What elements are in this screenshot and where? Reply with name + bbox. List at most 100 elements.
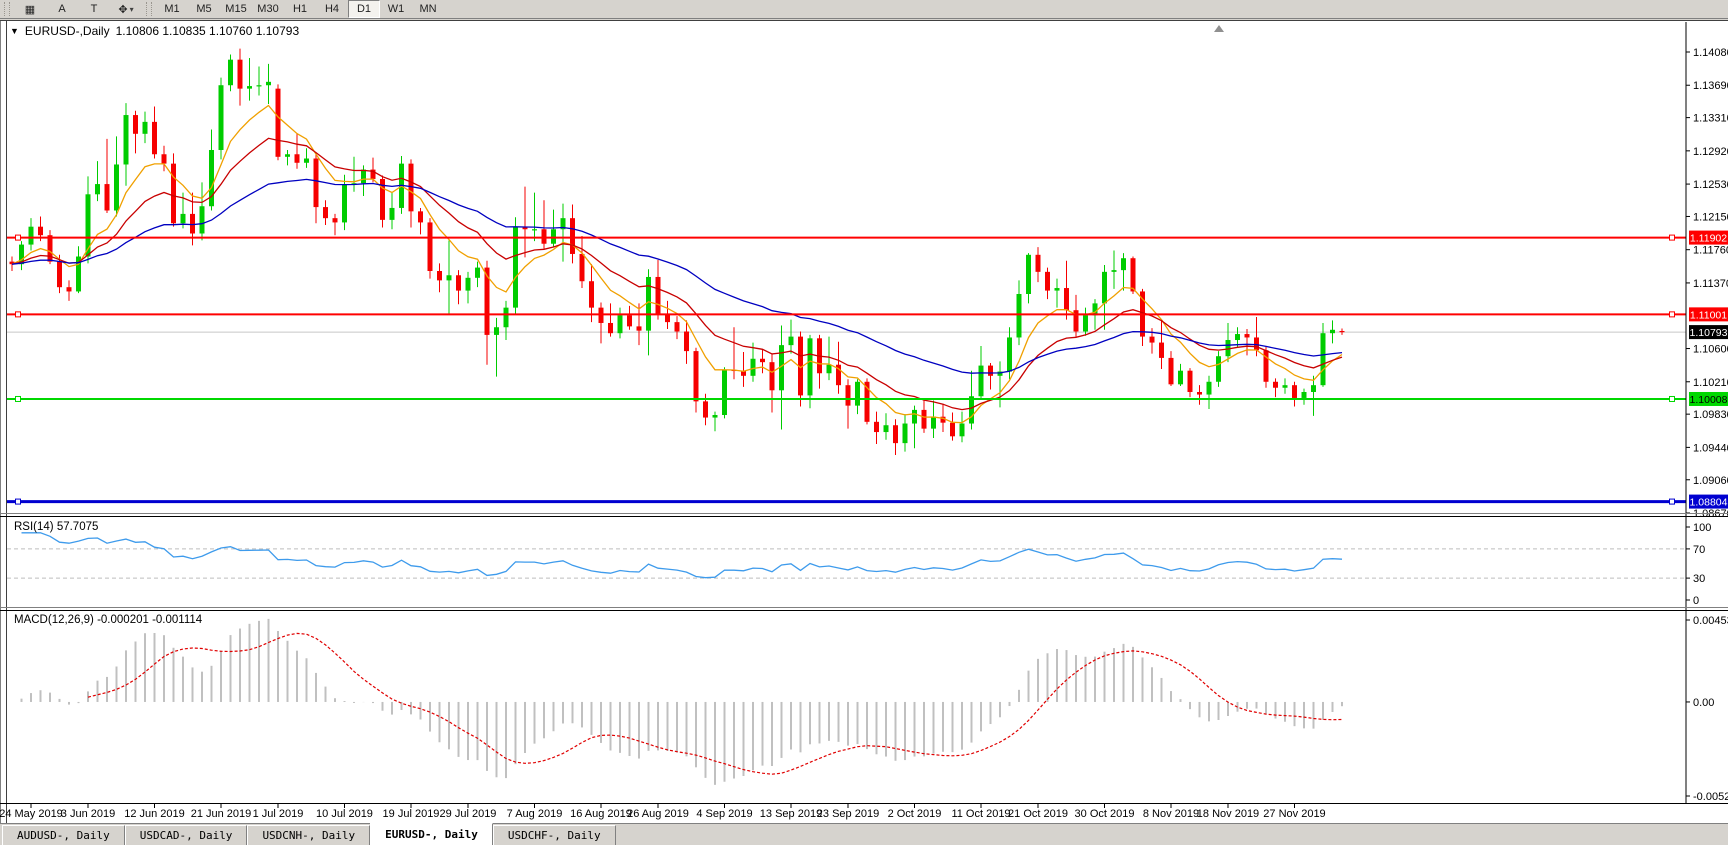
svg-text:1.13310: 1.13310 xyxy=(1693,113,1728,125)
candle-body xyxy=(703,401,708,417)
candle-body xyxy=(1102,272,1107,304)
candle-body xyxy=(1026,255,1031,294)
candle-body xyxy=(618,315,623,333)
date-axis-label: 29 Jul 2019 xyxy=(440,808,497,820)
tab-usdcnh-daily[interactable]: USDCNH-, Daily xyxy=(247,825,370,845)
toolbar-grip[interactable] xyxy=(146,2,152,16)
candle-body xyxy=(48,235,53,261)
svg-text:1.11902: 1.11902 xyxy=(1690,233,1727,245)
candle-body xyxy=(675,322,680,331)
candle-body xyxy=(903,424,908,444)
candle-body xyxy=(304,159,309,163)
candle-body xyxy=(314,159,319,208)
svg-text:1.11370: 1.11370 xyxy=(1693,278,1728,290)
chart-window: 1.119021.110011.100081.088041.140801.136… xyxy=(0,20,1728,823)
candle-body xyxy=(1311,385,1316,392)
timeframe-m15-button[interactable]: M15 xyxy=(220,0,252,18)
candle-body xyxy=(162,154,167,163)
candle-body xyxy=(1064,288,1069,310)
date-axis-label: 30 Oct 2019 xyxy=(1075,808,1135,820)
candle-body xyxy=(1302,392,1307,398)
date-axis-label: 1 Jul 2019 xyxy=(253,808,304,820)
timeframe-h4-button[interactable]: H4 xyxy=(316,0,348,18)
candle-body xyxy=(295,154,300,163)
candle-body xyxy=(1121,258,1126,270)
dropdown-caret-icon: ▾ xyxy=(130,5,134,14)
text-box-icon[interactable]: T xyxy=(78,0,110,18)
svg-text:1.14080: 1.14080 xyxy=(1693,47,1728,59)
timeframe-mn-button[interactable]: MN xyxy=(412,0,444,18)
candle-body xyxy=(228,60,233,86)
tab-usdchf-daily[interactable]: USDCHF-, Daily xyxy=(493,825,616,845)
date-axis-label: 13 Sep 2019 xyxy=(760,808,822,820)
candle-body xyxy=(342,185,347,222)
label-a-icon[interactable]: A xyxy=(46,0,78,18)
candle-body xyxy=(1017,294,1022,337)
timeframe-m30-button[interactable]: M30 xyxy=(252,0,284,18)
svg-text:100: 100 xyxy=(1693,522,1711,534)
line-anchor-handle xyxy=(1670,312,1675,317)
candle-body xyxy=(751,359,756,376)
candle-body xyxy=(1131,258,1136,291)
tab-usdcad-daily[interactable]: USDCAD-, Daily xyxy=(125,825,248,845)
candle-body xyxy=(637,326,642,330)
arrows-glyph: ✥ xyxy=(118,3,127,16)
candle-body xyxy=(238,60,243,89)
symbol-dropdown-icon[interactable]: ▼ xyxy=(10,26,19,36)
candle-body xyxy=(428,222,433,271)
line-anchor-handle xyxy=(16,312,21,317)
date-axis-label: 3 Jun 2019 xyxy=(61,808,115,820)
timeframe-m1-button[interactable]: M1 xyxy=(156,0,188,18)
candle-body xyxy=(589,281,594,307)
candle-body xyxy=(181,214,186,223)
letter-t-glyph: T xyxy=(91,3,98,15)
macd-indicator-label: MACD(12,26,9) -0.000201 -0.001114 xyxy=(14,614,202,626)
timeframe-h1-button[interactable]: H1 xyxy=(284,0,316,18)
candle-body xyxy=(1036,255,1041,272)
date-axis-label: 8 Nov 2019 xyxy=(1143,808,1199,820)
candle-body xyxy=(1197,392,1202,395)
letter-a-glyph: A xyxy=(58,3,65,15)
ohlc-values: 1.10806 1.10835 1.10760 1.10793 xyxy=(116,24,300,38)
chart-shift-marker-icon[interactable] xyxy=(1214,25,1224,32)
svg-text:1.12920: 1.12920 xyxy=(1693,146,1728,158)
candle-body xyxy=(893,425,898,443)
candle-body xyxy=(988,366,993,376)
svg-text:0.00: 0.00 xyxy=(1693,697,1714,709)
timeframe-m5-button[interactable]: M5 xyxy=(188,0,220,18)
candle-body xyxy=(133,115,138,134)
candle-body xyxy=(1292,385,1297,398)
candle-body xyxy=(257,85,262,86)
candle-body xyxy=(1045,272,1050,291)
shapes-cursor-icon[interactable]: ✥▾ xyxy=(110,0,142,18)
timeframe-d1-button[interactable]: D1 xyxy=(348,0,380,18)
candle-body xyxy=(1169,358,1174,384)
line-anchor-handle xyxy=(1670,235,1675,240)
date-axis-label: 26 Aug 2019 xyxy=(627,808,689,820)
candle-body xyxy=(67,287,72,291)
candle-body xyxy=(1188,371,1193,392)
date-axis-label: 18 Nov 2019 xyxy=(1197,808,1259,820)
candle-body xyxy=(171,164,176,224)
candle-body xyxy=(950,423,955,437)
timeframe-w1-button[interactable]: W1 xyxy=(380,0,412,18)
tab-audusd-daily[interactable]: AUDUSD-, Daily xyxy=(2,825,125,845)
svg-text:1.08804: 1.08804 xyxy=(1690,497,1728,509)
line-anchor-handle xyxy=(1670,499,1675,504)
candle-body xyxy=(247,86,252,89)
candle-body xyxy=(361,170,366,184)
candle-body xyxy=(684,331,689,351)
mt4-terminal: ▦ A T ✥▾ M1 M5 M15 M30 H1 H4 D1 W1 MN 1.… xyxy=(0,0,1728,845)
candle-body xyxy=(1055,288,1060,291)
candle-body xyxy=(437,271,442,280)
tab-eurusd-daily[interactable]: EURUSD-, Daily xyxy=(370,823,493,845)
date-axis-label: 12 Jun 2019 xyxy=(124,808,185,820)
indicators-grid-icon[interactable]: ▦ xyxy=(14,0,46,18)
chart-canvas[interactable]: 1.119021.110011.100081.088041.140801.136… xyxy=(0,20,1728,823)
symbol-period-label: EURUSD-,Daily xyxy=(25,24,110,38)
svg-text:0: 0 xyxy=(1693,595,1699,607)
candle-body xyxy=(1273,382,1278,388)
candle-body xyxy=(1112,270,1117,272)
toolbar-grip[interactable] xyxy=(4,2,10,16)
date-axis-label: 10 Jul 2019 xyxy=(316,808,373,820)
